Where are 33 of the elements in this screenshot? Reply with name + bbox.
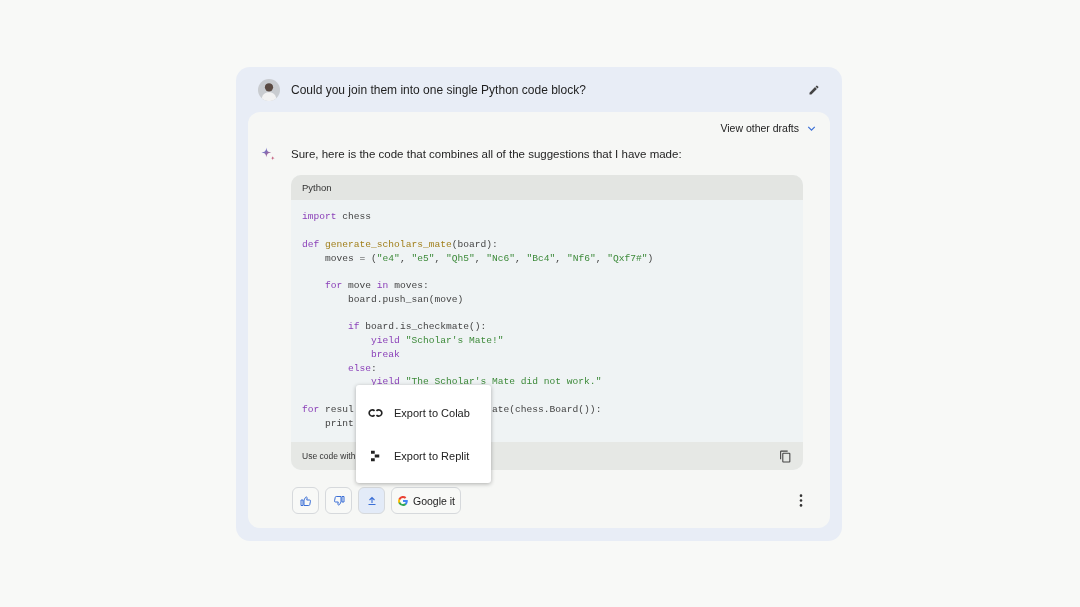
- avatar-icon: [258, 78, 280, 101]
- code-line: yield "Scholar's Mate!": [370, 335, 504, 347]
- thumbs-up-icon: [299, 494, 312, 507]
- response-text: Sure, here is the code that combines all of the suggestions that I have made:: [291, 148, 682, 160]
- infinity-icon: [368, 406, 383, 419]
- thumbs-down-icon: [332, 494, 345, 507]
- code-line: import chess: [302, 211, 372, 223]
- code-line: if board.is_checkmate():: [347, 321, 487, 333]
- code-line: else:: [347, 362, 377, 374]
- code-line: ate(chess.Board()):: [492, 403, 602, 415]
- code-line: break: [370, 348, 400, 360]
- menu-item[interactable]: Export to Colab: [356, 391, 491, 434]
- prompt-text: Could you join them into one single Python code block?: [291, 82, 587, 97]
- code-line: for resul: [302, 403, 354, 415]
- code-line: yield "The Scholar's Mate did not work.": [370, 376, 602, 388]
- code-line: def generate_scholars_mate(board):: [302, 238, 498, 250]
- language-label: Python: [302, 182, 332, 193]
- google-icon: [397, 494, 409, 507]
- code-footer-text: Use code with: [302, 451, 356, 461]
- thumbs-up-button[interactable]: [292, 487, 319, 514]
- sparkle-icon: [260, 145, 277, 163]
- menu-item[interactable]: Export to Replit: [356, 434, 491, 477]
- google-it-button[interactable]: Google it: [391, 487, 461, 514]
- code-line: board.push_san(move): [347, 293, 464, 305]
- code-line: moves = ("e4", "e5", "Qh5", "Nc6", "Bc4", "Nf6", "Qxf7#"): [324, 252, 654, 264]
- share-button[interactable]: [358, 487, 385, 514]
- code-line: print: [324, 417, 354, 429]
- code-line: for move in moves:: [324, 280, 429, 292]
- thumbs-down-button[interactable]: [325, 487, 352, 514]
- more-icon[interactable]: [799, 494, 803, 507]
- edit-icon[interactable]: [808, 83, 820, 96]
- copy-icon[interactable]: [779, 449, 792, 463]
- view-drafts-button[interactable]: View other drafts: [716, 120, 818, 136]
